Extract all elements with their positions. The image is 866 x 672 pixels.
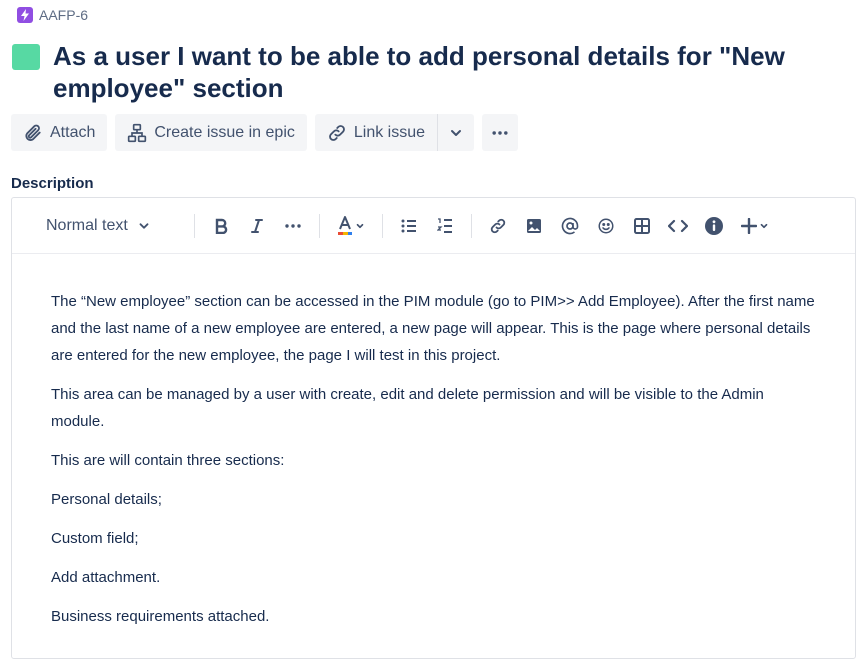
description-editor[interactable]: Normal text The “New employee” section c… [11,197,856,659]
code-button[interactable] [660,210,696,242]
more-dots-icon [492,130,508,135]
toolbar-divider [471,213,472,238]
insert-menu-button[interactable] [732,210,778,242]
create-issue-in-epic-label: Create issue in epic [154,123,295,141]
info-panel-icon [705,216,723,235]
image-icon [527,218,541,233]
image-button[interactable] [516,210,552,242]
bullet-list-icon [401,219,416,232]
description-paragraph: The “New employee” section can be access… [51,293,815,364]
bold-icon [215,218,228,234]
parent-issue-key[interactable]: AAFP-6 [39,7,88,23]
toolbar-divider [382,213,383,238]
bold-button[interactable] [203,210,239,242]
text-color-icon [338,215,352,235]
more-actions-button[interactable] [482,114,519,151]
link-issue-dropdown-button[interactable] [437,114,475,151]
link-issue-group: Link issue [314,114,475,151]
bullet-list-button[interactable] [391,210,427,242]
description-paragraph: This area can be managed by a user with … [51,386,764,430]
numbered-list-button[interactable] [427,210,463,242]
description-paragraph: Personal details; [51,491,162,508]
mention-button[interactable] [552,210,588,242]
italic-button[interactable] [239,210,275,242]
more-formatting-button[interactable] [275,210,311,242]
text-style-label: Normal text [46,216,128,234]
code-icon [668,219,688,232]
more-formatting-icon [285,223,301,228]
link-icon [490,218,506,233]
description-content[interactable]: The “New employee” section can be access… [12,254,855,630]
insert-plus-icon [741,217,757,234]
attach-button[interactable]: Attach [11,114,108,151]
toolbar-divider [319,213,320,238]
link-issue-label: Link issue [353,123,426,141]
create-issue-in-epic-button[interactable]: Create issue in epic [115,114,307,151]
chevron-down-icon [451,129,462,136]
italic-icon [251,218,263,233]
toolbar-divider [194,213,195,238]
editor-toolbar: Normal text [12,198,855,254]
info-panel-button[interactable] [696,210,732,242]
table-button[interactable] [624,210,660,242]
chevron-down-icon [139,222,149,229]
emoji-icon [598,218,614,233]
description-paragraph: Custom field; [51,530,139,547]
table-icon [634,217,650,234]
paperclip-icon [25,124,41,141]
description-paragraph: Add attachment. [51,569,161,586]
numbered-list-icon [437,217,452,233]
link-button[interactable] [480,210,516,242]
issue-type-icon[interactable] [12,44,40,70]
issue-header: As a user I want to be able to add perso… [12,40,862,104]
issue-title[interactable]: As a user I want to be able to add perso… [53,40,843,104]
breadcrumb[interactable]: AAFP-6 [17,7,88,23]
emoji-button[interactable] [588,210,624,242]
chevron-down-icon [356,223,364,228]
hierarchy-icon [128,123,147,142]
mention-icon [561,217,579,234]
attach-label: Attach [50,123,96,141]
description-paragraph: This are will contain three sections: [51,452,285,469]
text-style-dropdown[interactable]: Normal text [46,217,186,235]
epic-lightning-icon [17,7,33,23]
description-paragraph: Business requirements attached. [51,608,270,625]
link-icon [329,124,345,141]
link-issue-button[interactable]: Link issue [314,114,438,151]
issue-actions: Attach Create issue in epic Link issue [11,114,519,151]
description-label: Description [11,175,94,192]
text-color-button[interactable] [328,210,374,242]
chevron-down-icon [760,223,768,228]
